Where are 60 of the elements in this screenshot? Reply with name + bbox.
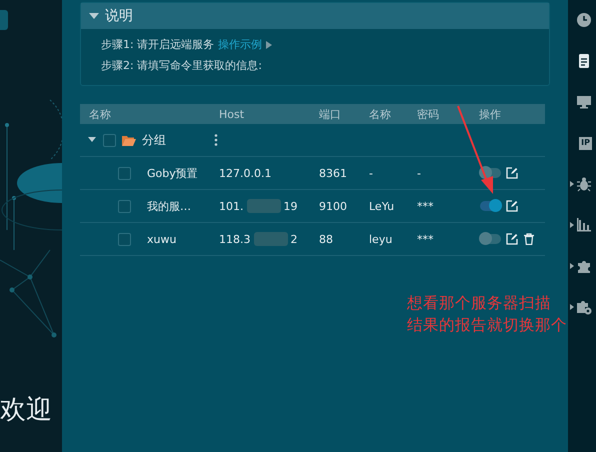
redaction-mark <box>246 199 280 213</box>
puzzle-icon[interactable] <box>576 258 592 274</box>
expand-arrow-icon <box>570 263 574 269</box>
checkbox[interactable] <box>118 166 131 180</box>
column-header: 端口 <box>318 106 342 122</box>
edit-icon[interactable] <box>506 167 518 179</box>
toggle-switch[interactable] <box>480 201 501 211</box>
edit-icon[interactable] <box>506 233 518 245</box>
user-text: leyu <box>369 232 392 246</box>
port-text: 9100 <box>319 200 347 212</box>
password-text: *** <box>417 232 434 246</box>
document-icon[interactable] <box>576 53 592 69</box>
clock-icon[interactable] <box>576 12 592 28</box>
edit-icon[interactable] <box>506 200 518 212</box>
checkbox[interactable] <box>118 200 131 212</box>
expand-arrow-icon <box>570 181 574 187</box>
redaction-mark <box>254 232 288 246</box>
puzzle-gear-icon[interactable] <box>576 299 592 315</box>
more-icon[interactable] <box>214 134 218 146</box>
column-header: Host <box>218 108 246 120</box>
column-header: 操作 <box>478 106 502 122</box>
port-text: 8361 <box>319 166 347 180</box>
bar-chart-icon[interactable] <box>576 217 592 233</box>
host-text: 118.3 <box>219 232 250 246</box>
password-text: *** <box>417 200 434 212</box>
instructions-header[interactable]: 说明 <box>81 3 549 29</box>
server-name: 我的服… <box>147 198 191 214</box>
step-text: 步骤2: 请填写命令里获取的信息: <box>101 58 262 73</box>
ip-icon[interactable]: IP <box>579 136 592 150</box>
user-text: LeYu <box>369 200 394 212</box>
trash-icon[interactable] <box>523 233 535 245</box>
expand-arrow-icon <box>570 304 574 310</box>
welcome-heading: 欢迎 <box>0 394 52 427</box>
checkbox[interactable] <box>103 134 116 146</box>
example-link[interactable]: 操作示例 <box>218 37 262 52</box>
host-text: 101. <box>219 200 244 212</box>
toggle-switch[interactable] <box>480 168 501 178</box>
toggle-switch[interactable] <box>480 234 501 244</box>
port-text: 88 <box>319 232 333 246</box>
collapse-caret-icon[interactable] <box>87 136 97 144</box>
checkbox[interactable] <box>118 232 131 246</box>
column-header: 名称 <box>368 106 392 122</box>
user-text: - <box>369 166 373 180</box>
monitor-icon[interactable] <box>576 94 592 110</box>
host-text: 2 <box>290 232 298 246</box>
folder-icon <box>122 134 136 146</box>
password-text: - <box>417 166 421 180</box>
bug-icon[interactable] <box>576 176 592 192</box>
expand-arrow-icon <box>266 40 272 48</box>
group-name: 分组 <box>142 132 166 148</box>
collapse-caret-icon[interactable] <box>89 12 99 20</box>
column-header: 密码 <box>416 106 440 122</box>
host-text: 19 <box>284 200 298 212</box>
step-text: 步骤1: 请开启远端服务 <box>101 37 214 52</box>
column-header: 名称 <box>88 106 112 122</box>
server-name: Goby预置 <box>147 166 198 180</box>
server-name: xuwu <box>147 232 176 246</box>
annotation-text: 想看那个服务器扫描 结果的报告就切换那个 <box>407 293 567 336</box>
expand-arrow-icon <box>570 222 574 228</box>
host-text: 127.0.0.1 <box>219 166 272 180</box>
